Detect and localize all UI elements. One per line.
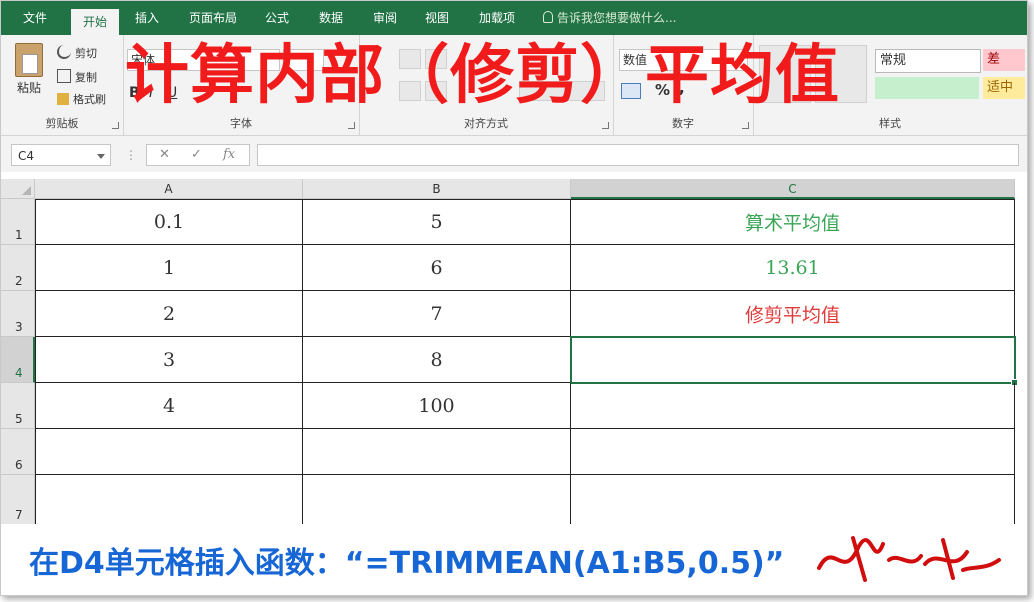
cancel-icon[interactable]: ✕ — [159, 147, 170, 162]
cell-a4[interactable]: 3 — [35, 337, 303, 383]
row-header-6[interactable]: 6 — [1, 429, 35, 475]
tab-insert[interactable]: 插入 — [123, 1, 171, 35]
cell-c3[interactable]: 修剪平均值 — [571, 291, 1015, 337]
paste-icon[interactable] — [15, 43, 43, 77]
cell-c5[interactable] — [571, 383, 1015, 429]
column-header-b[interactable]: B — [303, 179, 571, 199]
formula-buttons: ✕ ✓ fx — [146, 144, 250, 166]
tab-home[interactable]: 开始 — [71, 9, 119, 35]
row-header-4[interactable]: 4 — [1, 337, 35, 383]
cell-b1[interactable]: 5 — [303, 199, 571, 245]
style-normal[interactable]: 常规 — [875, 49, 981, 73]
cell-b3[interactable]: 7 — [303, 291, 571, 337]
row-header-7[interactable]: 7 — [1, 475, 35, 525]
overlay-title: 计算内部（修剪）平均值 — [125, 39, 840, 113]
excel-window: 文件 开始 插入 页面布局 公式 数据 审阅 视图 加载项 告诉我您想要做什么.… — [0, 0, 1028, 596]
copy-button[interactable]: 复制 — [57, 69, 97, 85]
cut-button[interactable]: 剪切 — [57, 45, 97, 61]
select-all-corner[interactable] — [1, 179, 35, 199]
cell-a3[interactable]: 2 — [35, 291, 303, 337]
cell-a2[interactable]: 1 — [35, 245, 303, 291]
copy-icon — [57, 69, 71, 83]
group-clipboard: 粘贴 剪切 复制 格式刷 剪贴板 — [1, 35, 124, 135]
lightbulb-icon — [543, 11, 553, 23]
tell-me-text: 告诉我您想要做什么... — [557, 11, 677, 25]
name-box[interactable]: C4 — [11, 144, 111, 166]
group-label-styles: 样式 — [879, 117, 901, 130]
confirm-icon[interactable]: ✓ — [191, 147, 202, 162]
tab-data[interactable]: 数据 — [309, 1, 353, 35]
cell-a7[interactable] — [35, 475, 303, 525]
cell-a6[interactable] — [35, 429, 303, 475]
active-cell-c4[interactable] — [570, 336, 1018, 386]
tab-addins[interactable]: 加载项 — [469, 1, 525, 35]
format-painter-button[interactable]: 格式刷 — [57, 91, 106, 107]
style-neutral[interactable]: 适中 — [983, 77, 1025, 99]
cell-c2[interactable]: 13.61 — [571, 245, 1015, 291]
cell-b5[interactable]: 100 — [303, 383, 571, 429]
formula-bar: C4 ⋮ ✕ ✓ fx — [1, 136, 1027, 172]
menu-bar: 文件 开始 插入 页面布局 公式 数据 审阅 视图 加载项 告诉我您想要做什么.… — [1, 1, 1027, 35]
cell-c7[interactable] — [571, 475, 1015, 525]
tab-page-layout[interactable]: 页面布局 — [177, 1, 249, 35]
insert-function-icon[interactable]: fx — [223, 147, 235, 162]
cell-c1[interactable]: 算术平均值 — [571, 199, 1015, 245]
tab-file[interactable]: 文件 — [1, 1, 69, 35]
chevron-down-icon[interactable] — [97, 154, 105, 159]
group-label-clipboard: 剪贴板 — [45, 117, 79, 130]
cell-b2[interactable]: 6 — [303, 245, 571, 291]
caption-text: 在D4单元格插入函数：“=TRIMMEAN(A1:B5,0.5)” — [29, 546, 785, 581]
cell-c6[interactable] — [571, 429, 1015, 475]
cell-b7[interactable] — [303, 475, 571, 525]
signature-image — [817, 536, 1001, 582]
column-header-c[interactable]: C — [571, 179, 1015, 199]
caption-bar: 在D4单元格插入函数：“=TRIMMEAN(A1:B5,0.5)” — [1, 524, 1027, 595]
row-header-1[interactable]: 1 — [1, 199, 35, 245]
style-good[interactable] — [875, 77, 979, 99]
row-header-5[interactable]: 5 — [1, 383, 35, 429]
dialog-launcher-icon[interactable] — [348, 122, 355, 129]
formula-input[interactable] — [257, 144, 1019, 166]
dialog-launcher-icon[interactable] — [742, 122, 749, 129]
tab-formulas[interactable]: 公式 — [255, 1, 299, 35]
group-label-number: 数字 — [672, 117, 694, 130]
cell-b4[interactable]: 8 — [303, 337, 571, 383]
column-header-a[interactable]: A — [35, 179, 303, 199]
tell-me-box[interactable]: 告诉我您想要做什么... — [543, 1, 676, 35]
scissors-icon — [57, 45, 71, 59]
row-header-2[interactable]: 2 — [1, 245, 35, 291]
brush-icon — [57, 93, 69, 105]
paste-button[interactable]: 粘贴 — [17, 79, 41, 96]
group-label-font: 字体 — [230, 117, 252, 130]
spreadsheet-grid: A B C 1 0.1 5 算术平均值 2 1 6 13.61 3 2 7 修剪平均值 4 3 8 5 4 100… — [1, 179, 1027, 525]
group-label-alignment: 对齐方式 — [464, 117, 508, 130]
dialog-launcher-icon[interactable] — [112, 122, 119, 129]
dialog-launcher-icon[interactable] — [602, 122, 609, 129]
tab-view[interactable]: 视图 — [415, 1, 459, 35]
cell-a1[interactable]: 0.1 — [35, 199, 303, 245]
row-header-3[interactable]: 3 — [1, 291, 35, 337]
cell-b6[interactable] — [303, 429, 571, 475]
cell-a5[interactable]: 4 — [35, 383, 303, 429]
drag-handle-icon[interactable]: ⋮ — [125, 148, 137, 162]
style-bad[interactable]: 差 — [983, 49, 1025, 71]
tab-review[interactable]: 审阅 — [363, 1, 407, 35]
